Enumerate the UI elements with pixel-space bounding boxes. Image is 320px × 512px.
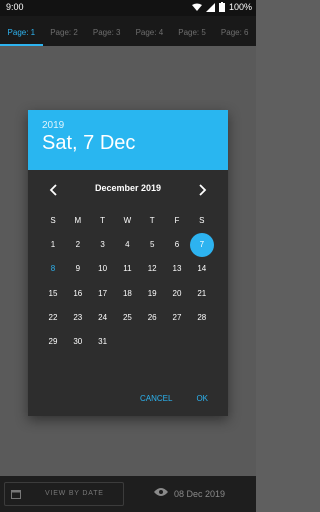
calendar-day[interactable]: 21 [190,282,214,306]
wifi-icon [191,3,202,11]
calendar-day[interactable]: 6 [165,233,189,257]
view-by-date-label: VIEW BY DATE [45,490,104,497]
weekday-header: M [74,216,82,225]
calendar-day[interactable]: 16 [66,282,90,306]
ok-button[interactable]: OK [196,394,208,403]
calendar-day[interactable]: 1 [41,233,65,257]
calendar-day[interactable]: 31 [91,330,115,354]
calendar-day[interactable]: 3 [91,233,115,257]
weekday-header: T [149,216,155,225]
tab-page-3[interactable]: Page: 3 [85,16,128,46]
calendar-day[interactable]: 25 [115,306,139,330]
calendar-day[interactable]: 7 [189,233,214,258]
view-by-date-button[interactable]: VIEW BY DATE [4,482,124,506]
page-tabs: Page: 1 Page: 2 Page: 3 Page: 4 Page: 5 … [0,16,256,46]
tab-page-4[interactable]: Page: 4 [128,16,171,46]
weekday-header: T [100,216,106,225]
cancel-button[interactable]: CANCEL [140,394,172,403]
selected-date-heading: Sat, 7 Dec [42,132,136,154]
calendar-day[interactable]: 2 [66,233,90,257]
status-bar: 9:00 100% [0,0,256,16]
calendar-day[interactable]: 20 [165,282,189,306]
calendar-day[interactable]: 9 [66,257,90,281]
selected-date-label[interactable]: 08 Dec 2019 [174,489,225,499]
calendar-day[interactable]: 26 [140,306,164,330]
calendar-day[interactable]: 28 [190,306,214,330]
calendar-day[interactable]: 27 [165,306,189,330]
status-time: 9:00 [6,2,24,12]
calendar-day[interactable]: 10 [91,257,115,281]
calendar-icon [11,490,21,499]
tab-page-5[interactable]: Page: 5 [171,16,214,46]
calendar-day[interactable]: 24 [91,306,115,330]
calendar-day[interactable]: 14 [190,257,214,281]
tab-page-6[interactable]: Page: 6 [213,16,256,46]
status-icons: 100% [191,2,252,12]
calendar-day[interactable]: 15 [41,282,65,306]
tab-page-2[interactable]: Page: 2 [43,16,86,46]
calendar-day[interactable]: 18 [115,282,139,306]
dialog-actions: CANCEL OK [140,394,208,403]
eye-icon[interactable] [154,487,168,497]
calendar-day[interactable]: 11 [115,257,139,281]
date-picker-dialog: 2019 Sat, 7 Dec December 2019 SMTWTFS123… [28,110,228,416]
calendar-day[interactable]: 4 [115,233,139,257]
chevron-right-icon[interactable] [192,182,212,198]
year-label[interactable]: 2019 [42,120,64,131]
signal-icon [205,2,215,12]
battery-percent: 100% [228,2,252,12]
tab-page-1[interactable]: Page: 1 [0,16,43,46]
calendar-day[interactable]: 19 [140,282,164,306]
calendar-day[interactable]: 13 [165,257,189,281]
calendar-day[interactable]: 17 [91,282,115,306]
battery-icon [218,2,225,12]
date-picker-header: 2019 Sat, 7 Dec [28,110,228,170]
calendar-day[interactable]: 12 [140,257,164,281]
calendar-day[interactable]: 29 [41,330,65,354]
weekday-header: S [50,216,56,225]
calendar-day[interactable]: 30 [66,330,90,354]
calendar-day[interactable]: 8 [41,257,65,281]
calendar-day[interactable]: 5 [140,233,164,257]
calendar-day[interactable]: 22 [41,306,65,330]
weekday-header: S [199,216,205,225]
weekday-header: W [123,216,132,225]
weekday-header: F [174,216,180,225]
calendar-day[interactable]: 23 [66,306,90,330]
